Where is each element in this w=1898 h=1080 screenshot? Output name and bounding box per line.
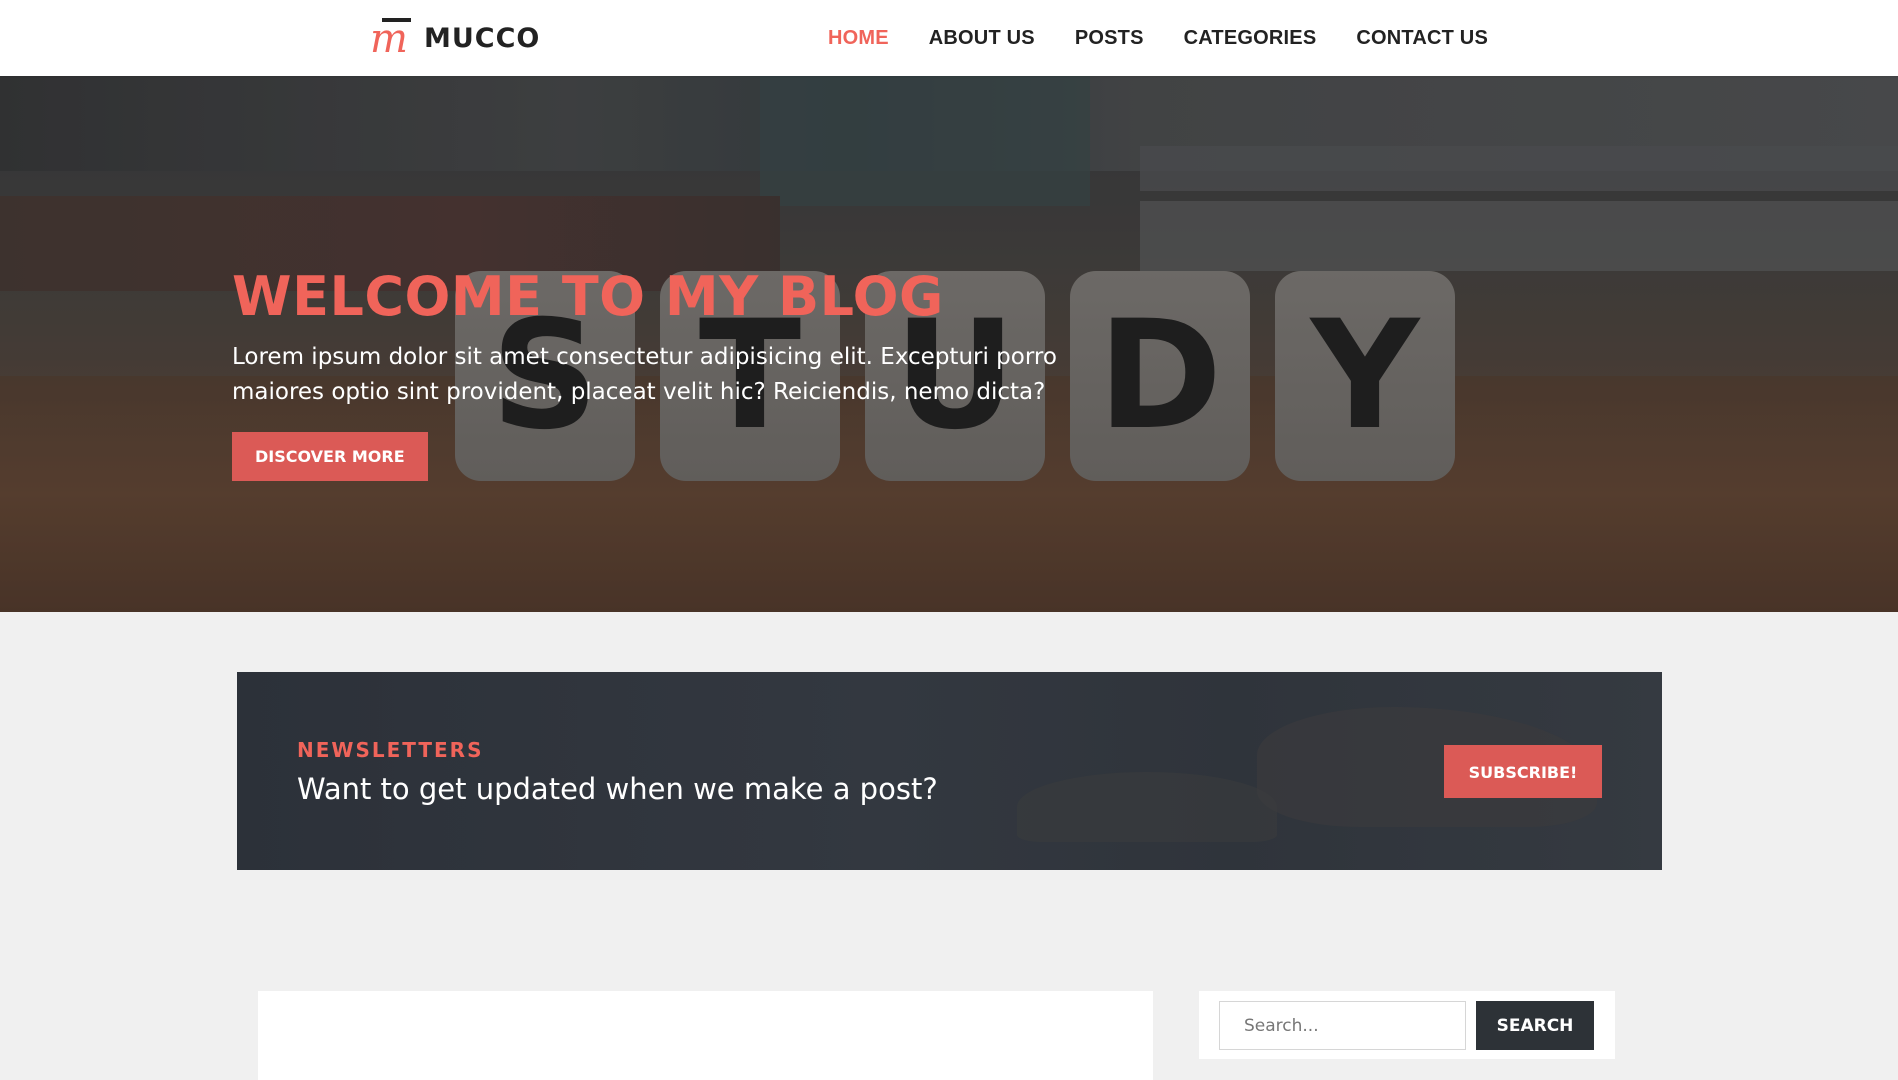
hero-content: WELCOME TO MY BLOG Lorem ipsum dolor sit… xyxy=(232,266,1132,481)
search-input[interactable] xyxy=(1219,1001,1466,1050)
site-logo[interactable]: m MUCCO xyxy=(370,17,540,59)
nav-contact-us[interactable]: CONTACT US xyxy=(1356,27,1488,50)
search-button[interactable]: SEARCH xyxy=(1476,1001,1594,1050)
main-nav: HOME ABOUT US POSTS CATEGORIES CONTACT U… xyxy=(788,0,1488,76)
site-header: m MUCCO HOME ABOUT US POSTS CATEGORIES C… xyxy=(0,0,1898,76)
nav-posts[interactable]: POSTS xyxy=(1075,27,1144,50)
nav-about-us[interactable]: ABOUT US xyxy=(929,27,1035,50)
hero-title: WELCOME TO MY BLOG xyxy=(232,265,944,328)
nav-categories[interactable]: CATEGORIES xyxy=(1184,27,1317,50)
hero-banner: S T U D Y WELCOME TO MY BLOG Lorem ipsum… xyxy=(0,76,1898,612)
post-card xyxy=(258,991,1153,1080)
newsletter-text: Want to get updated when we make a post? xyxy=(297,772,938,806)
newsletter-label: NEWSLETTERS xyxy=(297,738,484,762)
logo-text: MUCCO xyxy=(424,22,541,54)
sidebar-search-widget: SEARCH xyxy=(1199,991,1615,1059)
discover-more-button[interactable]: DISCOVER MORE xyxy=(232,432,428,481)
subscribe-button[interactable]: SUBSCRIBE! xyxy=(1444,745,1602,798)
newsletter-banner: NEWSLETTERS Want to get updated when we … xyxy=(237,672,1662,870)
hero-text: Lorem ipsum dolor sit amet consectetur a… xyxy=(232,344,1057,405)
nav-home[interactable]: HOME xyxy=(828,27,889,50)
logo-m-icon: m xyxy=(370,17,414,59)
